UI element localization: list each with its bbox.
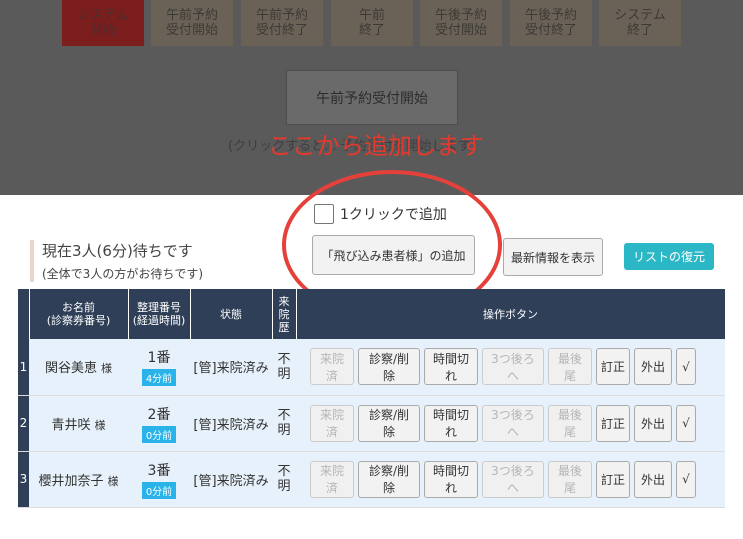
op-button-8[interactable]: √ [676, 460, 696, 498]
honorific: 様 [94, 418, 106, 432]
patient-name: 関谷美恵 [44, 361, 97, 377]
patient-queue-table: お名前 (診察券番号) 整理番号 (経過時間) 状態 来院歴 操作ボタン 1 関谷美恵… [18, 289, 726, 508]
op-button-5[interactable]: 最後尾 [548, 460, 592, 498]
op-button-2[interactable]: 診察/削除 [358, 348, 420, 386]
status-cell: [管]来院済み [190, 395, 272, 452]
op-button-2[interactable]: 診察/削除 [358, 404, 420, 442]
ticket-cell: 3番 0分前 [128, 451, 190, 508]
ticket-number: 3番 [147, 462, 171, 479]
ops-cell: 来院済 診察/削除 時間切れ 3つ後ろへ 最後尾 訂正 外出 √ [296, 339, 725, 396]
header-name: お名前 (診察券番号) [29, 289, 129, 339]
op-button-4[interactable]: 3つ後ろへ [482, 404, 544, 442]
op-button-2[interactable]: 診察/削除 [358, 460, 420, 498]
wait-status-main: 現在3人(6分)待ちです [42, 242, 193, 260]
status-cell: [管]来院済み [190, 339, 272, 396]
op-button-4[interactable]: 3つ後ろへ [482, 348, 544, 386]
op-button-5[interactable]: 最後尾 [548, 404, 592, 442]
row-number: 3 [18, 451, 29, 508]
op-button-7[interactable]: 外出 [634, 460, 672, 498]
op-button-7[interactable]: 外出 [634, 348, 672, 386]
op-button-8[interactable]: √ [676, 348, 696, 386]
table-row: 2 青井咲様 2番 0分前 [管]来院済み不明来院済 診察/削除 時間切れ 3つ後ろへ 最後尾訂… [18, 395, 725, 452]
op-button-7[interactable]: 外出 [634, 404, 672, 442]
restore-list-button[interactable]: リストの復元 [624, 243, 714, 270]
phase-button-3[interactable]: 午前予約 受付終了 [241, 0, 323, 46]
header-visited: 来院歴 [272, 289, 297, 339]
row-number: 2 [18, 395, 29, 452]
table-header-row: お名前 (診察券番号) 整理番号 (経過時間) 状態 来院歴 操作ボタン [18, 289, 726, 339]
header-ticket: 整理番号 (経過時間) [128, 289, 191, 339]
op-button-1[interactable]: 来院済 [310, 460, 354, 498]
phase-button-2[interactable]: 午前予約 受付開始 [151, 0, 233, 46]
visit-history-cell: 不明 [272, 451, 296, 508]
op-button-5[interactable]: 最後尾 [548, 348, 592, 386]
elapsed-badge: 4分前 [141, 369, 177, 387]
callout-text: ここから追加します [268, 132, 484, 160]
phase-button-5[interactable]: 午後予約 受付開始 [420, 0, 502, 46]
row-number: 1 [18, 339, 29, 396]
patient-name: 櫻井加奈子 [38, 473, 104, 489]
header-state: 状態 [190, 289, 273, 339]
status-cell: [管]来院済み [190, 451, 272, 508]
op-button-3[interactable]: 時間切れ [424, 348, 478, 386]
op-button-6[interactable]: 訂正 [596, 348, 630, 386]
table-row: 1 関谷美恵様 1番 4分前 [管]来院済み不明来院済 診察/削除 時間切れ 3つ後ろへ 最後尾… [18, 339, 725, 396]
header-rownum [18, 289, 30, 339]
op-button-1[interactable]: 来院済 [310, 348, 354, 386]
elapsed-badge: 0分前 [141, 481, 177, 499]
patient-name: 青井咲 [51, 417, 91, 433]
patient-name-cell: 櫻井加奈子様 [29, 451, 128, 508]
am-reservation-start-button[interactable]: 午前予約受付開始 [286, 70, 458, 125]
ticket-number: 1番 [147, 350, 171, 367]
op-button-6[interactable]: 訂正 [596, 404, 630, 442]
op-button-6[interactable]: 訂正 [596, 460, 630, 498]
ticket-cell: 2番 0分前 [128, 395, 190, 452]
wait-status: 現在3人(6分)待ちです (全体で3人の方がお待ちです) [30, 240, 203, 282]
op-button-1[interactable]: 来院済 [310, 404, 354, 442]
phase-button-6[interactable]: 午後予約 受付終了 [510, 0, 592, 46]
phase-button-4[interactable]: 午前 終了 [331, 0, 413, 46]
op-button-3[interactable]: 時間切れ [424, 404, 478, 442]
table-row: 3 櫻井加奈子様 3番 0分前 [管]来院済み不明来院済 診察/削除 時間切れ 3つ後ろへ 最後… [18, 451, 725, 508]
patient-name-cell: 関谷美恵様 [29, 339, 128, 396]
ops-cell: 来院済 診察/削除 時間切れ 3つ後ろへ 最後尾 訂正 外出 √ [296, 451, 725, 508]
honorific: 様 [101, 362, 112, 376]
refresh-button[interactable]: 最新情報を表示 [503, 238, 603, 276]
op-button-3[interactable]: 時間切れ [424, 460, 478, 498]
patient-name-cell: 青井咲様 [29, 395, 128, 452]
ticket-number: 2番 [147, 406, 171, 423]
honorific: 様 [107, 474, 119, 488]
op-button-4[interactable]: 3つ後ろへ [482, 460, 544, 498]
header-ops: 操作ボタン [296, 289, 726, 339]
elapsed-badge: 0分前 [141, 425, 177, 443]
ticket-cell: 1番 4分前 [128, 339, 190, 396]
visit-history-cell: 不明 [272, 395, 296, 452]
phase-button-1[interactable]: システム 開始 [62, 0, 144, 46]
op-button-8[interactable]: √ [676, 404, 696, 442]
wait-status-sub: (全体で3人の方がお待ちです) [42, 267, 203, 281]
visit-history-cell: 不明 [272, 339, 296, 396]
ops-cell: 来院済 診察/削除 時間切れ 3つ後ろへ 最後尾 訂正 外出 √ [296, 395, 725, 452]
phase-button-7[interactable]: システム 終了 [599, 0, 681, 46]
